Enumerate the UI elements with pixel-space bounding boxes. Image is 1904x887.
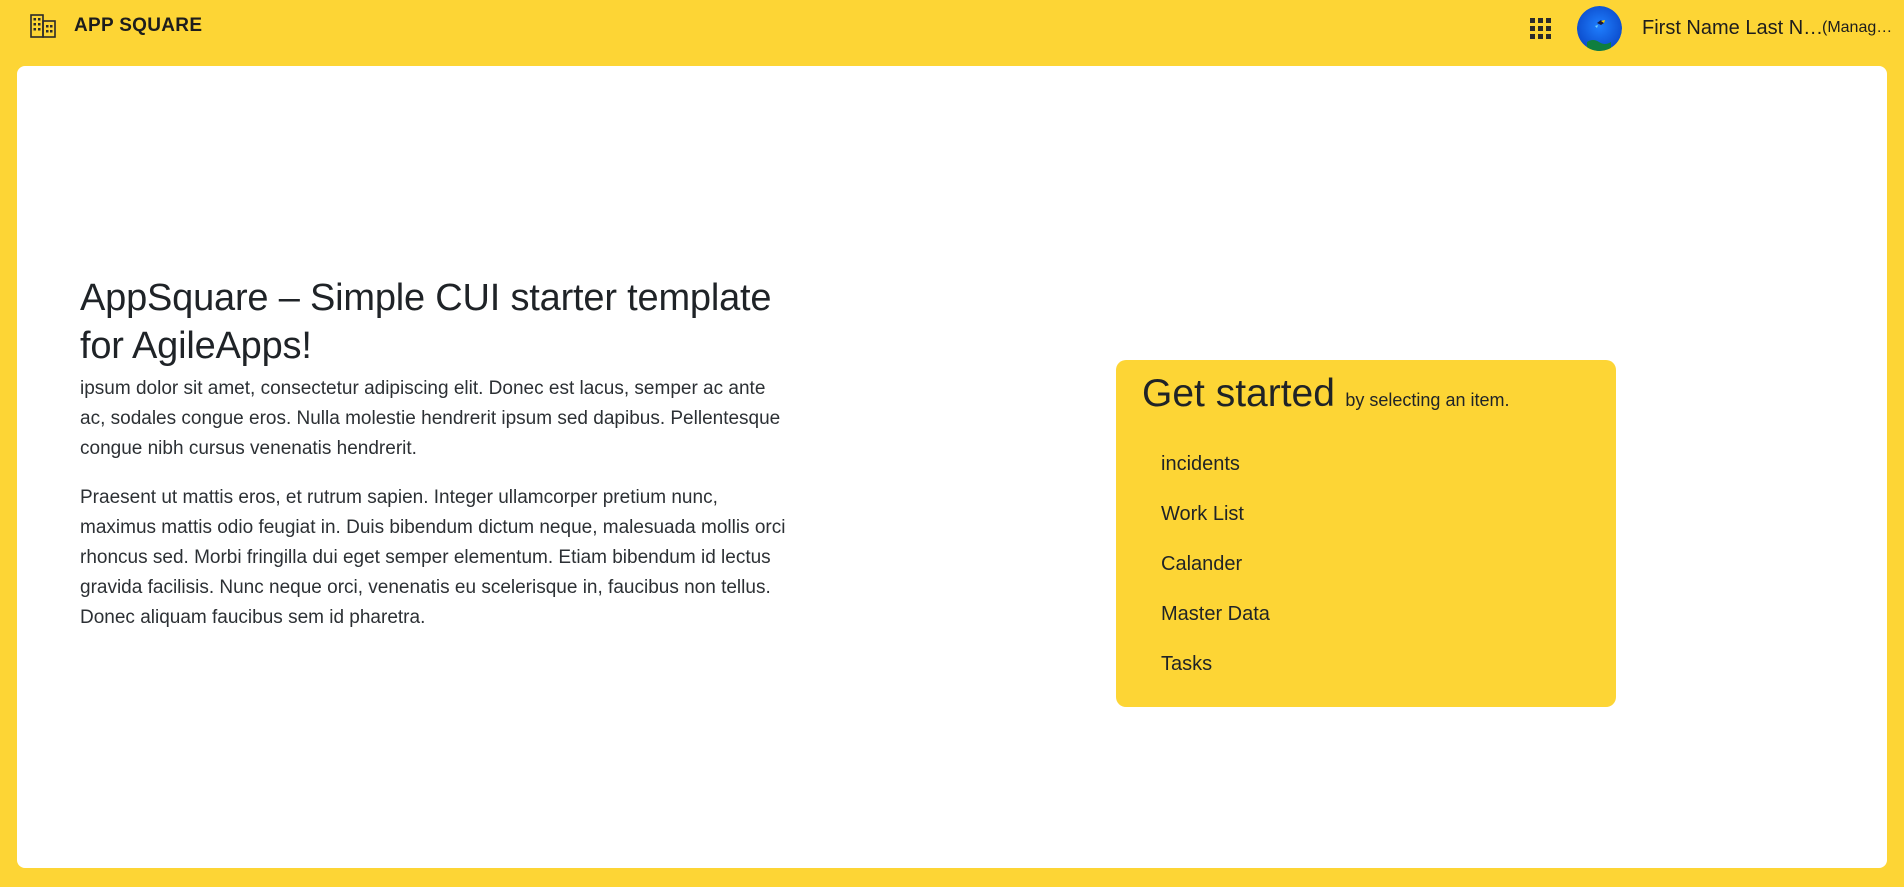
intro-paragraph: ipsum dolor sit amet, consectetur adipis…: [80, 378, 781, 459]
user-name[interactable]: First Name Last N…: [1642, 17, 1823, 40]
menu-item-work-list[interactable]: Work List: [1161, 504, 1270, 554]
building-icon: [30, 14, 56, 38]
menu-item-tasks[interactable]: Tasks: [1161, 654, 1270, 704]
get-started-panel: Get started by selecting an item. incide…: [1116, 360, 1616, 707]
get-started-subtitle: by selecting an item.: [1345, 390, 1510, 410]
apps-grid-button[interactable]: [1530, 18, 1552, 40]
grid-apps-icon: [1530, 18, 1552, 44]
user-avatar[interactable]: [1577, 6, 1622, 51]
main-content-card: AppSquare – Simple CUI starter template …: [17, 66, 1887, 868]
get-started-header: Get started by selecting an item.: [1142, 372, 1509, 416]
menu-item-calander[interactable]: Calander: [1161, 554, 1270, 604]
intro-paragraph: Praesent ut mattis eros, et rutrum sapie…: [80, 487, 786, 628]
app-title: APP SQUARE: [74, 15, 203, 36]
menu-item-master-data[interactable]: Master Data: [1161, 604, 1270, 654]
menu-item-incidents[interactable]: incidents: [1161, 454, 1270, 504]
top-navigation-bar: APP SQUARE First Name Last N… (Manag…: [0, 0, 1904, 58]
intro-section: AppSquare – Simple CUI starter template …: [80, 274, 790, 633]
app-brand-link[interactable]: APP SQUARE: [30, 14, 202, 38]
user-role[interactable]: (Manag…: [1822, 19, 1892, 37]
page-heading: AppSquare – Simple CUI starter template …: [80, 277, 772, 367]
get-started-menu: incidents Work List Calander Master Data…: [1161, 454, 1270, 704]
get-started-title: Get started: [1142, 372, 1335, 415]
